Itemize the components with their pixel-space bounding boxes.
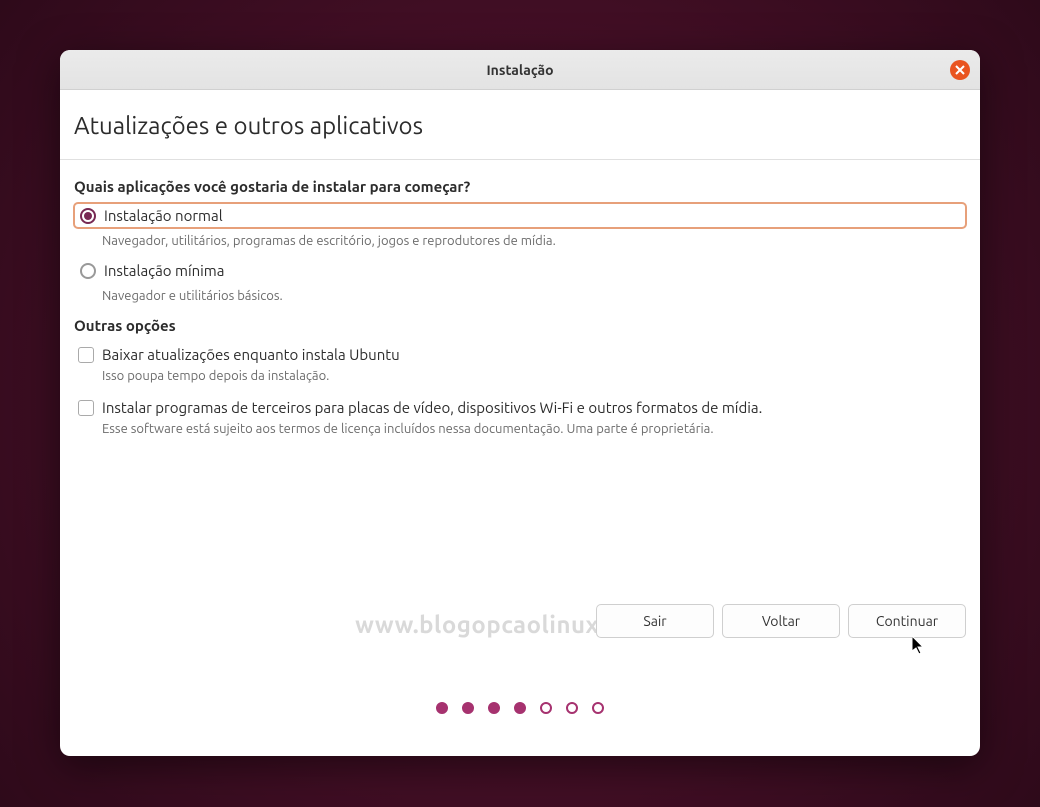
installer-window: Instalação Atualizações e outros aplicat…	[60, 50, 980, 756]
progress-dot	[436, 702, 448, 714]
checkbox-download-updates[interactable]: Baixar atualizações enquanto instala Ubu…	[74, 344, 966, 365]
normal-install-desc: Navegador, utilitários, programas de esc…	[102, 234, 966, 248]
page-title: Atualizações e outros aplicativos	[74, 112, 966, 139]
minimal-install-desc: Navegador e utilitários básicos.	[102, 289, 966, 303]
checkbox-icon	[78, 347, 94, 363]
radio-label-minimal: Instalação mínima	[104, 262, 224, 279]
radio-label-normal: Instalação normal	[104, 207, 223, 224]
close-button[interactable]	[950, 60, 970, 80]
download-updates-label: Baixar atualizações enquanto instala Ubu…	[102, 346, 400, 363]
progress-dot	[462, 702, 474, 714]
progress-dots	[60, 702, 980, 714]
radio-icon	[80, 208, 96, 224]
quit-button[interactable]: Sair	[596, 604, 714, 638]
button-row: Sair Voltar Continuar	[596, 604, 966, 638]
close-icon	[955, 65, 965, 75]
radio-minimal-install[interactable]: Instalação mínima	[74, 258, 966, 283]
separator	[60, 159, 980, 160]
progress-dot	[540, 702, 552, 714]
progress-dot	[488, 702, 500, 714]
back-button[interactable]: Voltar	[722, 604, 840, 638]
radio-icon	[80, 263, 96, 279]
checkbox-icon	[78, 400, 94, 416]
progress-dot	[592, 702, 604, 714]
install-question: Quais aplicações você gostaria de instal…	[74, 178, 966, 195]
content-area: Atualizações e outros aplicativos Quais …	[60, 90, 980, 756]
titlebar: Instalação	[60, 50, 980, 90]
continue-button[interactable]: Continuar	[848, 604, 966, 638]
progress-dot	[514, 702, 526, 714]
thirdparty-desc: Esse software está sujeito aos termos de…	[102, 422, 966, 436]
other-options-heading: Outras opções	[74, 317, 966, 334]
progress-dot	[566, 702, 578, 714]
thirdparty-label: Instalar programas de terceiros para pla…	[102, 399, 762, 416]
radio-normal-install[interactable]: Instalação normal	[74, 203, 966, 228]
checkbox-thirdparty[interactable]: Instalar programas de terceiros para pla…	[74, 397, 966, 418]
window-title: Instalação	[486, 62, 553, 78]
download-updates-desc: Isso poupa tempo depois da instalação.	[102, 369, 966, 383]
